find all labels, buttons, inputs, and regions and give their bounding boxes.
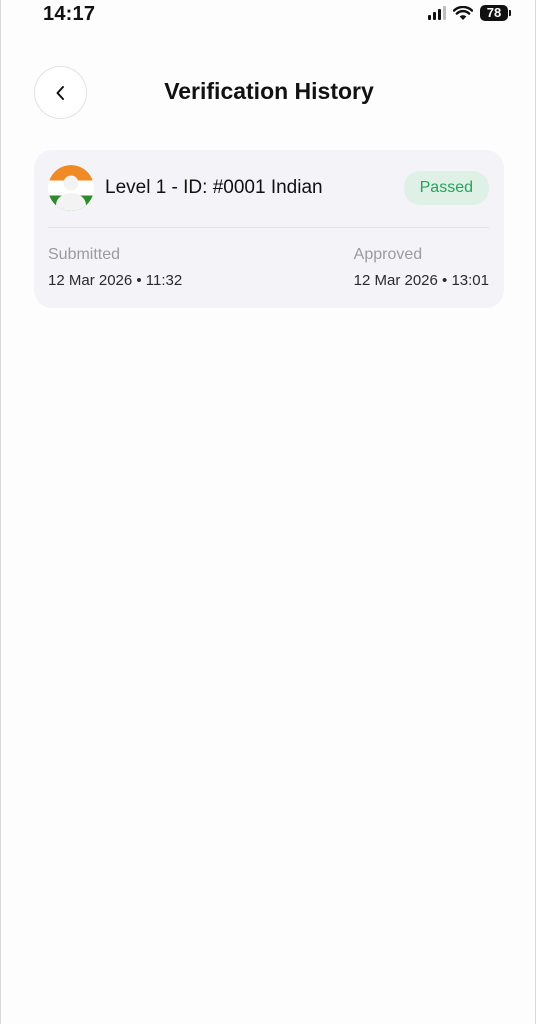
approved-label: Approved [353, 246, 423, 263]
submitted-value: 12 Mar 2026 • 11:32 [48, 272, 183, 289]
status-time: 14:17 [43, 3, 96, 25]
approved-value: 12 Mar 2026 • 13:01 [353, 272, 489, 289]
battery-icon: 78 [480, 5, 511, 21]
divider [48, 227, 489, 228]
signal-icon [428, 6, 446, 20]
status-bar: 14:17 78 [1, 0, 535, 30]
battery-level: 78 [480, 5, 508, 21]
page-title: Verification History [164, 78, 374, 104]
history-item-header: Level 1 - ID: #0001 Indian Passed [48, 164, 489, 212]
submitted-info: Submitted 12 Mar 2026 • 11:32 [48, 246, 182, 289]
verification-history-item[interactable]: Level 1 - ID: #0001 Indian Passed Submit… [34, 150, 504, 308]
wifi-icon [453, 5, 473, 20]
verification-history-screen: 14:17 78 Verification History Level 1 - … [0, 0, 536, 1024]
status-badge: Passed [403, 171, 489, 205]
approved-info: Approved 12 Mar 2026 • 13:01 [354, 246, 489, 289]
india-flag-icon [48, 165, 94, 211]
history-item-title: Level 1 - ID: #0001 Indian [105, 177, 323, 198]
status-icons: 78 [428, 5, 511, 21]
submitted-label: Submitted [48, 246, 121, 263]
